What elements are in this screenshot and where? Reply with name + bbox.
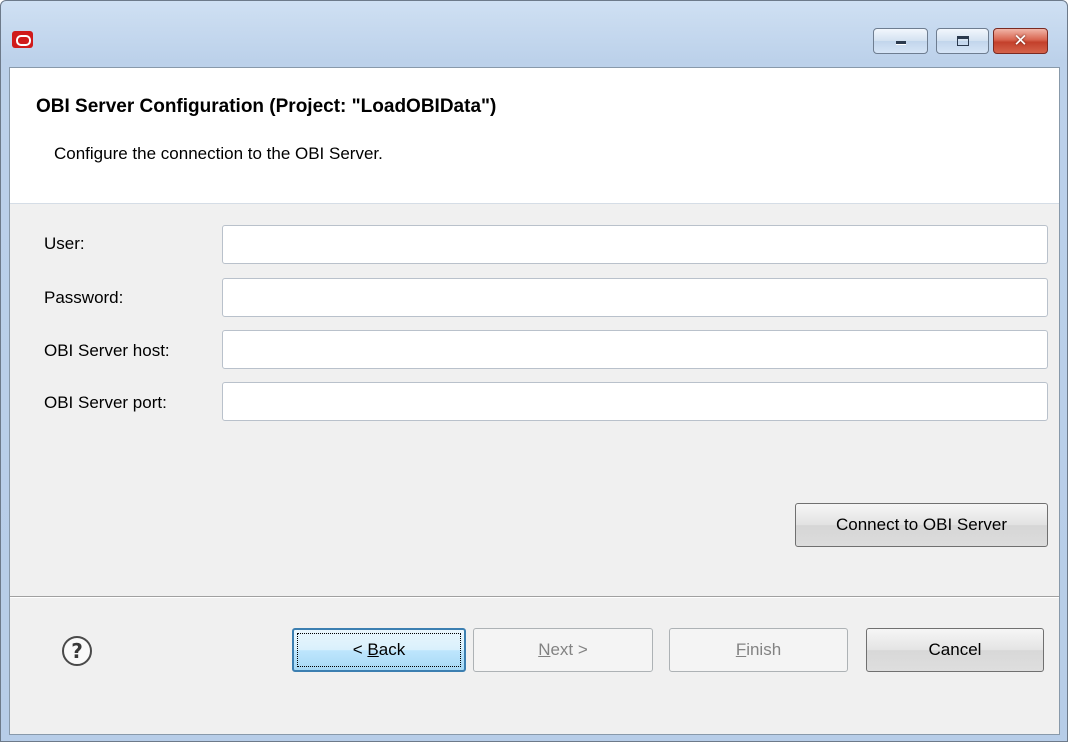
wizard-content: OBI Server Configuration (Project: "Load…	[9, 67, 1060, 735]
page-description: Configure the connection to the OBI Serv…	[54, 144, 383, 163]
page-title: OBI Server Configuration (Project: "Load…	[36, 96, 497, 117]
back-rest: ack	[378, 640, 406, 659]
oracle-logo-icon	[12, 31, 33, 48]
back-button-label: < Back	[353, 640, 405, 659]
wizard-footer: ? < Back Next > Finish Cancel	[10, 598, 1059, 734]
close-icon: ✕	[1013, 31, 1028, 51]
wizard-banner: OBI Server Configuration (Project: "Load…	[10, 68, 1059, 204]
finish-button-label: Finish	[736, 640, 781, 659]
wizard-window: ✕ OBI Server Configuration (Project: "Lo…	[0, 0, 1068, 742]
user-input[interactable]	[222, 225, 1048, 264]
cancel-button[interactable]: Cancel	[866, 628, 1044, 672]
user-label: User:	[44, 234, 85, 253]
maximize-icon	[957, 36, 969, 46]
next-rest: ext >	[550, 640, 588, 659]
back-prefix: <	[352, 640, 368, 659]
next-button-label: Next >	[538, 640, 588, 659]
title-bar[interactable]: ✕	[1, 1, 1067, 67]
obi-server-host-input[interactable]	[222, 330, 1048, 369]
obi-server-port-label: OBI Server port:	[44, 393, 167, 412]
maximize-button[interactable]	[936, 28, 989, 54]
minimize-button[interactable]	[873, 28, 928, 54]
finish-button[interactable]: Finish	[669, 628, 848, 672]
back-button[interactable]: < Back	[292, 628, 466, 672]
password-input[interactable]	[222, 278, 1048, 317]
form-area: User: Password: OBI Server host: OBI Ser…	[10, 204, 1059, 596]
minimize-icon	[896, 41, 906, 45]
question-mark-icon[interactable]: ?	[62, 636, 92, 666]
obi-server-port-input[interactable]	[222, 382, 1048, 421]
back-mnemonic: B	[367, 640, 379, 659]
finish-rest: inish	[746, 640, 782, 659]
obi-server-host-label: OBI Server host:	[44, 341, 170, 360]
password-label: Password:	[44, 288, 124, 307]
connect-to-obi-server-button[interactable]: Connect to OBI Server	[795, 503, 1048, 547]
next-mnemonic: N	[538, 640, 551, 659]
next-button[interactable]: Next >	[473, 628, 653, 672]
close-button[interactable]: ✕	[993, 28, 1048, 54]
finish-mnemonic: F	[735, 640, 747, 659]
